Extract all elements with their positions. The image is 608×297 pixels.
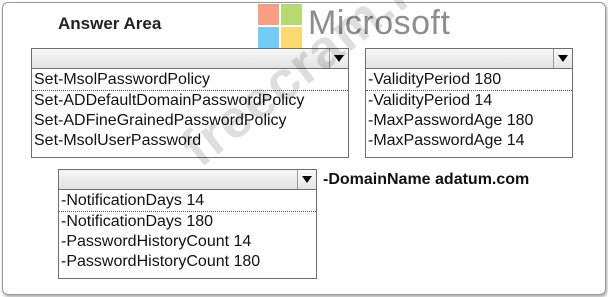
chevron-down-icon[interactable]: [553, 49, 572, 68]
dropdown-option[interactable]: -MaxPasswordAge 180: [366, 111, 572, 131]
age-parameter-dropdown[interactable]: -ValidityPeriod 180 -ValidityPeriod 14 -…: [365, 48, 573, 158]
age-parameter-dropdown-selected[interactable]: [366, 49, 572, 69]
dropdown-option[interactable]: -PasswordHistoryCount 180: [59, 252, 316, 272]
notification-dropdown-selected[interactable]: [59, 170, 316, 190]
dropdown-option[interactable]: -MaxPasswordAge 14: [366, 131, 572, 151]
answer-area-title: Answer Area: [58, 14, 162, 33]
dropdown-option[interactable]: -ValidityPeriod 180: [366, 70, 572, 91]
dropdown-option[interactable]: -PasswordHistoryCount 14: [59, 232, 316, 252]
notification-dropdown[interactable]: -NotificationDays 14 -NotificationDays 1…: [58, 169, 317, 279]
domain-name-parameter: -DomainName adatum.com: [323, 171, 530, 188]
dropdown-option[interactable]: -ValidityPeriod 14: [366, 91, 572, 111]
dropdown-option[interactable]: -NotificationDays 180: [59, 212, 316, 232]
chevron-down-icon[interactable]: [297, 170, 316, 189]
dropdown-option[interactable]: -NotificationDays 14: [59, 191, 316, 212]
